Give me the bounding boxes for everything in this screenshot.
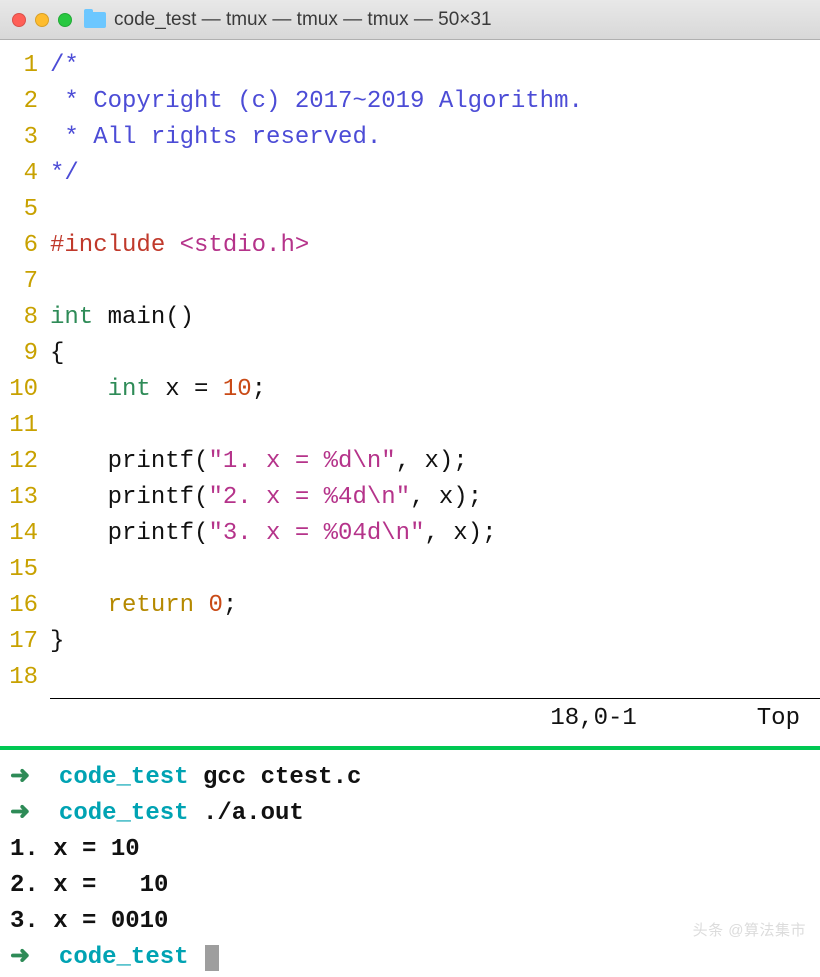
prompt-dir: code_test xyxy=(59,800,189,827)
close-icon[interactable] xyxy=(12,13,26,27)
line-number: 1 xyxy=(0,48,50,84)
line-number: 13 xyxy=(0,480,50,516)
code-content[interactable] xyxy=(50,660,820,696)
line-number: 18 xyxy=(0,660,50,696)
line-number: 2 xyxy=(0,84,50,120)
line-number: 15 xyxy=(0,552,50,588)
code-content[interactable] xyxy=(50,264,820,300)
code-content[interactable]: #include <stdio.h> xyxy=(50,228,820,264)
code-content[interactable]: * All rights reserved. xyxy=(50,120,820,156)
code-line[interactable]: 17} xyxy=(0,624,820,660)
line-number: 5 xyxy=(0,192,50,228)
editor-pane[interactable]: 1/*2 * Copyright (c) 2017~2019 Algorithm… xyxy=(0,40,820,696)
prompt-arrow-icon: ➜ xyxy=(10,800,30,827)
shell-prompt-line[interactable]: ➜ code_test xyxy=(10,940,810,976)
line-number: 16 xyxy=(0,588,50,624)
code-content[interactable]: int x = 10; xyxy=(50,372,820,408)
code-line[interactable]: 13 printf("2. x = %4d\n", x); xyxy=(0,480,820,516)
line-number: 6 xyxy=(0,228,50,264)
code-content[interactable]: { xyxy=(50,336,820,372)
code-line[interactable]: 4*/ xyxy=(0,156,820,192)
line-number: 4 xyxy=(0,156,50,192)
code-line[interactable]: 18 xyxy=(0,660,820,696)
code-content[interactable]: * Copyright (c) 2017~2019 Algorithm. xyxy=(50,84,820,120)
code-line[interactable]: 11 xyxy=(0,408,820,444)
shell-output-line[interactable]: 1. x = 10 xyxy=(10,832,810,868)
maximize-icon[interactable] xyxy=(58,13,72,27)
code-content[interactable] xyxy=(50,408,820,444)
code-line[interactable]: 7 xyxy=(0,264,820,300)
code-content[interactable] xyxy=(50,552,820,588)
code-line[interactable]: 3 * All rights reserved. xyxy=(0,120,820,156)
code-line[interactable]: 9{ xyxy=(0,336,820,372)
prompt-dir: code_test xyxy=(59,944,189,971)
line-number: 8 xyxy=(0,300,50,336)
code-content[interactable]: printf("2. x = %4d\n", x); xyxy=(50,480,820,516)
code-line[interactable]: 6#include <stdio.h> xyxy=(0,228,820,264)
line-number: 7 xyxy=(0,264,50,300)
line-number: 9 xyxy=(0,336,50,372)
code-content[interactable] xyxy=(50,192,820,228)
cursor-position: 18,0-1 xyxy=(550,705,636,732)
traffic-lights xyxy=(12,13,72,27)
line-number: 12 xyxy=(0,444,50,480)
code-line[interactable]: 1/* xyxy=(0,48,820,84)
line-number: 11 xyxy=(0,408,50,444)
shell-prompt-line[interactable]: ➜ code_test gcc ctest.c xyxy=(10,760,810,796)
minimize-icon[interactable] xyxy=(35,13,49,27)
code-content[interactable]: /* xyxy=(50,48,820,84)
output-text: 1. x = 10 xyxy=(10,836,140,863)
cursor-icon xyxy=(205,945,219,971)
line-number: 14 xyxy=(0,516,50,552)
shell-command[interactable]: ./a.out xyxy=(203,800,304,827)
code-line[interactable]: 16 return 0; xyxy=(0,588,820,624)
terminal-pane[interactable]: ➜ code_test gcc ctest.c➜ code_test ./a.o… xyxy=(0,750,820,976)
shell-command[interactable]: gcc ctest.c xyxy=(203,764,361,791)
code-line[interactable]: 2 * Copyright (c) 2017~2019 Algorithm. xyxy=(0,84,820,120)
code-content[interactable]: return 0; xyxy=(50,588,820,624)
vim-statusline: 18,0-1 Top xyxy=(0,699,820,742)
shell-output-line[interactable]: 2. x = 10 xyxy=(10,868,810,904)
code-line[interactable]: 12 printf("1. x = %d\n", x); xyxy=(0,444,820,480)
shell-prompt-line[interactable]: ➜ code_test ./a.out xyxy=(10,796,810,832)
prompt-dir: code_test xyxy=(59,764,189,791)
code-content[interactable]: */ xyxy=(50,156,820,192)
watermark: 头条 @算法集市 xyxy=(693,919,806,940)
code-line[interactable]: 14 printf("3. x = %04d\n", x); xyxy=(0,516,820,552)
prompt-arrow-icon: ➜ xyxy=(10,944,30,971)
code-line[interactable]: 8int main() xyxy=(0,300,820,336)
shell-output-line[interactable]: 3. x = 0010 xyxy=(10,904,810,940)
code-content[interactable]: printf("3. x = %04d\n", x); xyxy=(50,516,820,552)
line-number: 3 xyxy=(0,120,50,156)
folder-icon xyxy=(84,12,106,28)
code-line[interactable]: 5 xyxy=(0,192,820,228)
code-content[interactable]: } xyxy=(50,624,820,660)
code-line[interactable]: 15 xyxy=(0,552,820,588)
output-text: 3. x = 0010 xyxy=(10,908,168,935)
output-text: 2. x = 10 xyxy=(10,872,168,899)
line-number: 17 xyxy=(0,624,50,660)
window-titlebar: code_test — tmux — tmux — tmux — 50×31 xyxy=(0,0,820,40)
scroll-indicator: Top xyxy=(757,705,800,732)
line-number: 10 xyxy=(0,372,50,408)
code-line[interactable]: 10 int x = 10; xyxy=(0,372,820,408)
window-title: code_test — tmux — tmux — tmux — 50×31 xyxy=(114,9,492,31)
code-content[interactable]: printf("1. x = %d\n", x); xyxy=(50,444,820,480)
prompt-arrow-icon: ➜ xyxy=(10,764,30,791)
code-content[interactable]: int main() xyxy=(50,300,820,336)
